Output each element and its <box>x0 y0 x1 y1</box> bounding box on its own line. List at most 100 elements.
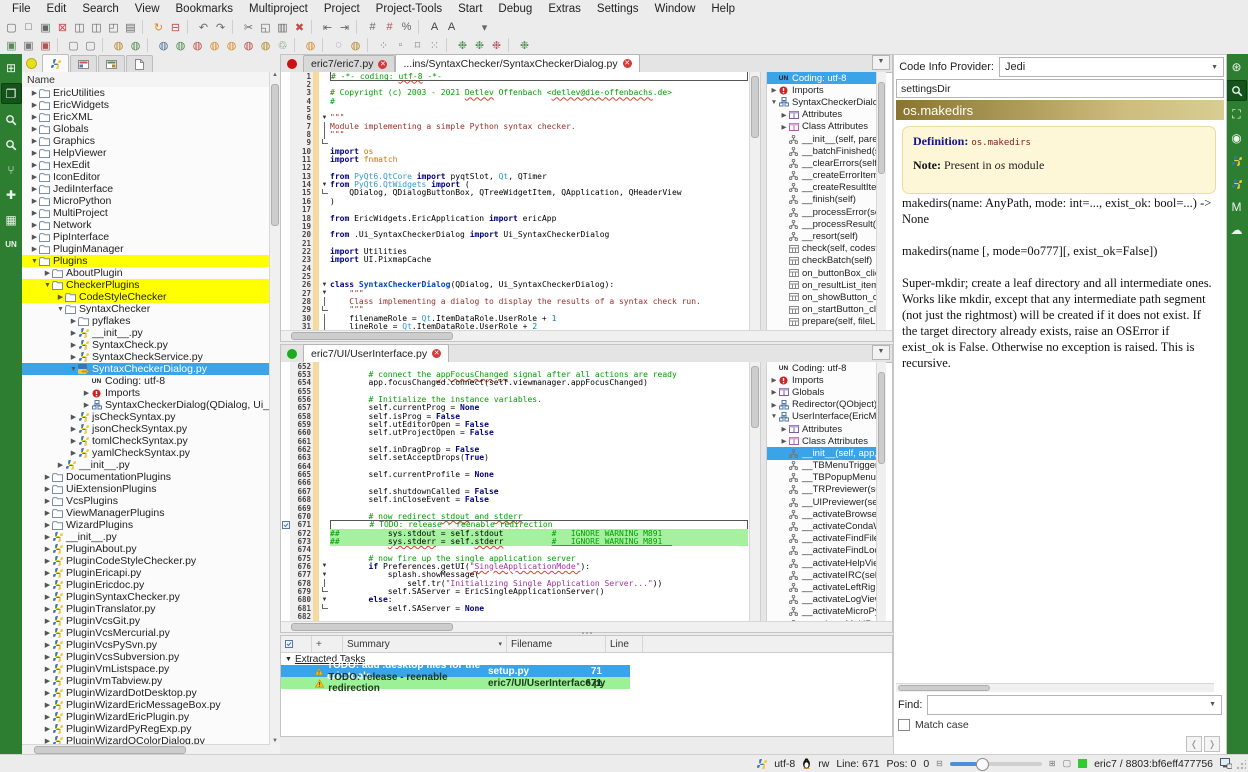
multiproject-viewer-icon[interactable]: ⊞ <box>2 58 21 77</box>
tree-item-hexedit[interactable]: ▶ HexEdit <box>22 159 270 171</box>
expand-icon[interactable]: ▶ <box>43 485 52 493</box>
outline-item[interactable]: checkBatch(self) <box>767 255 876 267</box>
fold-margin[interactable] <box>319 512 330 520</box>
tree-item--init-py[interactable]: ▶ __init__.py <box>22 459 270 471</box>
expand-icon[interactable]: ▶ <box>43 737 52 744</box>
expand-icon[interactable]: ▶ <box>43 653 52 661</box>
column-header-filename[interactable]: Filename <box>507 636 606 652</box>
task-row[interactable]: TODO: release - reenable redirection eric… <box>281 672 630 694</box>
code-line-654[interactable]: 654 app.focusChanged.connect(self.viewma… <box>281 378 749 387</box>
fold-margin[interactable] <box>319 138 330 147</box>
expand-icon[interactable]: ▶ <box>43 545 52 553</box>
fold-margin[interactable] <box>319 256 330 264</box>
project-viewer-icon[interactable]: ❐ <box>0 83 22 104</box>
window-resize-grip[interactable] <box>1236 760 1246 770</box>
smart-indent-icon[interactable]: A <box>443 20 460 35</box>
code-line-24[interactable]: 24 <box>281 264 749 273</box>
outline-item[interactable]: __createResultItem( <box>767 182 876 194</box>
match-case-checkbox[interactable] <box>898 719 910 731</box>
fold-margin[interactable] <box>319 603 330 612</box>
python-shell-icon[interactable] <box>1227 151 1246 170</box>
comment-icon[interactable]: # <box>364 20 381 35</box>
tree-item-pluginvcsmercurial-py[interactable]: ▶ PluginVcsMercurial.py <box>22 627 270 639</box>
fold-margin[interactable] <box>319 529 330 537</box>
outline-item[interactable]: __processError(self, <box>767 206 876 218</box>
expand-icon[interactable]: ▶ <box>69 353 78 361</box>
fullscreen-icon[interactable]: ▢ <box>1063 758 1072 769</box>
outline-item[interactable]: ▶ Class Attributes <box>767 121 876 133</box>
save-all-icon[interactable]: ▤ <box>122 20 139 35</box>
expand-icon[interactable]: ▶ <box>30 173 39 181</box>
code-line-660[interactable]: 660 self.utProjectOpen = False <box>281 428 749 437</box>
expand-icon[interactable]: ▶ <box>43 665 52 673</box>
fold-margin[interactable]: ▼ <box>319 281 330 289</box>
collapse-icon[interactable]: ▼ <box>69 366 78 373</box>
unittest-icon[interactable]: ❉ <box>454 38 471 53</box>
expand-icon[interactable]: ▶ <box>43 557 52 565</box>
new-icon[interactable]: □ <box>20 20 37 35</box>
tree-item-pluginabout-py[interactable]: ▶ PluginAbout.py <box>22 543 270 555</box>
code-line-16[interactable]: 16) <box>281 197 749 206</box>
menu-help[interactable]: Help <box>703 2 743 16</box>
tree-item-documentationplugins[interactable]: ▶ DocumentationPlugins <box>22 471 270 483</box>
tree-vertical-scrollbar[interactable]: ▲ ▼ <box>269 72 280 744</box>
zoom-in-icon[interactable]: ⊞ <box>1049 759 1056 768</box>
tree-item-pyflakes[interactable]: ▶ pyflakes <box>22 315 270 327</box>
session-icon[interactable]: ▢ <box>65 38 82 53</box>
expand-icon[interactable]: ▶ <box>43 269 52 277</box>
fold-margin[interactable] <box>319 272 330 280</box>
outline-item[interactable]: __finish(self) <box>767 194 876 206</box>
expand-icon[interactable]: ▶ <box>30 101 39 109</box>
breakpoint-icon[interactable]: ◌ <box>330 38 347 53</box>
collapse-icon[interactable]: ▼ <box>43 282 52 289</box>
expand-icon[interactable]: ▶ <box>82 389 91 397</box>
unindent-icon[interactable]: ⇤ <box>319 20 336 35</box>
fold-margin[interactable] <box>319 445 330 453</box>
fold-margin[interactable] <box>319 470 330 478</box>
outline-item[interactable]: on_resultList_itemA <box>767 279 876 291</box>
fold-margin[interactable] <box>319 130 330 139</box>
expand-icon[interactable]: ▶ <box>69 413 78 421</box>
fold-margin[interactable] <box>319 362 330 370</box>
expand-icon[interactable]: ▶ <box>30 89 39 97</box>
outline-item[interactable]: ▶ Class Attributes <box>767 435 876 447</box>
fold-margin[interactable] <box>319 97 330 105</box>
tree-item-codestylechecker[interactable]: ▶ CodeStyleChecker <box>22 291 270 303</box>
bp-next-icon[interactable]: ◍ <box>347 38 364 53</box>
expand-icon[interactable]: ▶ <box>30 245 39 253</box>
timing-icon[interactable]: ◍ <box>257 38 274 53</box>
outline-item[interactable]: check(self, codestri <box>767 243 876 255</box>
tree-item-syntaxcheckerdialog-py[interactable]: ▼ SyntaxCheckerDialog.py <box>22 363 270 375</box>
tree-item-jschecksyntax-py[interactable]: ▶ jsCheckSyntax.py <box>22 411 270 423</box>
tree-item-jediinterface[interactable]: ▶ JediInterface <box>22 183 270 195</box>
fold-margin[interactable] <box>319 496 330 504</box>
fold-margin[interactable] <box>319 537 330 545</box>
tree-item-multiproject[interactable]: ▶ MultiProject <box>22 207 270 219</box>
indent-icon[interactable]: ⇥ <box>336 20 353 35</box>
scroll-up-icon[interactable]: ▲ <box>270 72 280 78</box>
outline-item[interactable]: __activateFindLocat <box>767 545 876 557</box>
expand-icon[interactable]: ▶ <box>30 197 39 205</box>
debug-run-icon[interactable]: ◍ <box>302 38 319 53</box>
menu-window[interactable]: Window <box>646 2 703 16</box>
tree-item-globals[interactable]: ▶ Globals <box>22 123 270 135</box>
outline-item[interactable]: ▶ Attributes <box>767 109 876 121</box>
menu-view[interactable]: View <box>127 2 168 16</box>
expand-icon[interactable]: ▶ <box>30 137 39 145</box>
fold-margin[interactable]: ▼ <box>319 180 330 188</box>
expand-icon[interactable]: ▶ <box>43 677 52 685</box>
forward-button[interactable]: ❭ <box>1204 736 1220 752</box>
line-number[interactable]: 682 <box>290 612 313 621</box>
menu-start[interactable]: Start <box>450 2 490 16</box>
expand-icon[interactable]: ▶ <box>43 593 52 601</box>
goto-icon[interactable]: A <box>426 20 443 35</box>
outline-item[interactable]: __UIPreviewer(self, f <box>767 496 876 508</box>
outline-item[interactable]: ▼SyntaxCheckerDialog(Q <box>767 96 876 108</box>
tree-item-pluginericapi-py[interactable]: ▶ PluginEricapi.py <box>22 567 270 579</box>
tree-item-pluginmanager[interactable]: ▶ PluginManager <box>22 243 270 255</box>
tree-item-vcsplugins[interactable]: ▶ VcsPlugins <box>22 495 270 507</box>
fold-margin[interactable] <box>319 429 330 437</box>
fold-margin[interactable]: ▼ <box>319 571 330 579</box>
outline-item[interactable]: __activateFindFileW <box>767 533 876 545</box>
fold-margin[interactable] <box>319 587 330 595</box>
